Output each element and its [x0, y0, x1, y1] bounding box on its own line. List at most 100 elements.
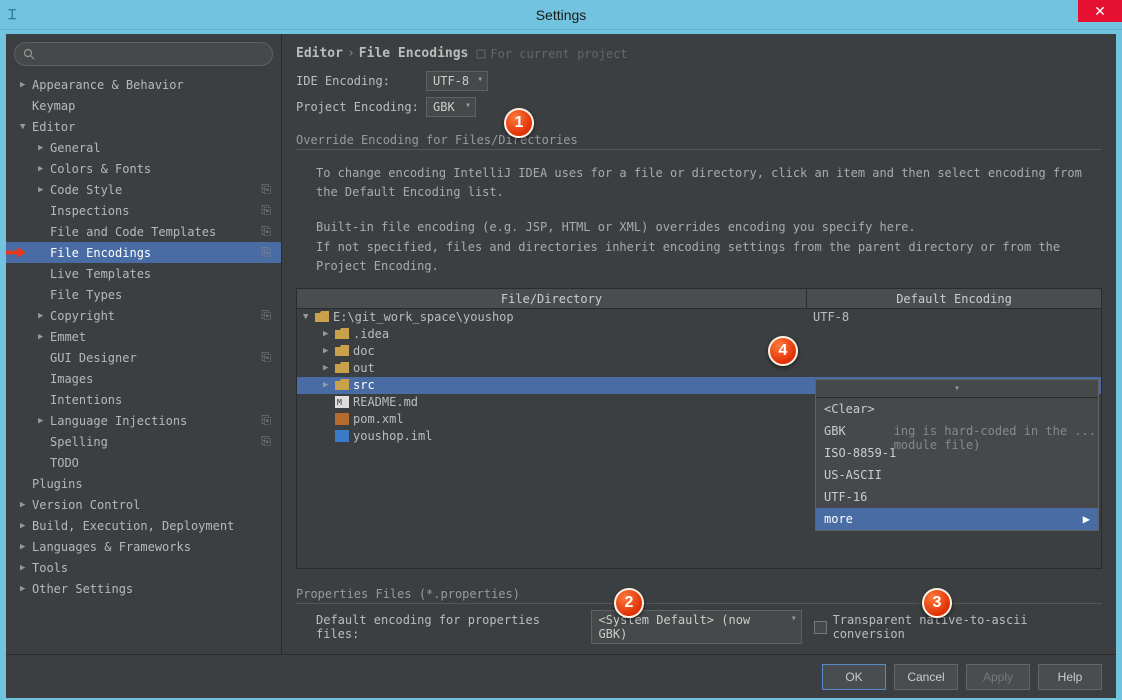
encoding-option[interactable]: US-ASCII — [816, 464, 1098, 486]
sidebar-item-label: Keymap — [32, 99, 75, 113]
encoding-dropdown[interactable]: ▾ <Clear>GBKISO-8859-1US-ASCIIUTF-16more… — [815, 379, 1099, 531]
window-title: Settings — [536, 7, 587, 23]
properties-section: Properties Files (*.properties) Default … — [296, 577, 1102, 644]
encoding-option[interactable]: UTF-16 — [816, 486, 1098, 508]
sidebar-item-keymap[interactable]: Keymap — [6, 95, 281, 116]
per-project-icon: ⎘ — [261, 203, 271, 218]
sidebar-item-inspections[interactable]: Inspections⎘ — [6, 200, 281, 221]
sidebar-item-live-templates[interactable]: Live Templates — [6, 263, 281, 284]
sidebar-item-label: Copyright — [50, 309, 115, 323]
apply-button[interactable]: Apply — [966, 664, 1030, 690]
table-header: File/Directory Default Encoding — [297, 289, 1101, 309]
sidebar-item-todo[interactable]: TODO — [6, 452, 281, 473]
annotation-badge-2: 2 — [614, 588, 644, 618]
sidebar-item-label: Other Settings — [32, 582, 133, 596]
close-button[interactable]: ✕ — [1078, 0, 1122, 22]
sidebar-item-appearance-behavior[interactable]: ▶Appearance & Behavior — [6, 74, 281, 95]
sidebar-item-file-encodings[interactable]: File Encodings ⎘ — [6, 242, 281, 263]
per-project-icon: ⎘ — [261, 434, 271, 449]
file-name: pom.xml — [353, 412, 404, 426]
sidebar-item-label: File Encodings — [50, 246, 151, 260]
sidebar-item-label: General — [50, 141, 101, 155]
sidebar-item-other-settings[interactable]: ▶Other Settings — [6, 578, 281, 599]
sidebar-item-copyright[interactable]: ▶Copyright⎘ — [6, 305, 281, 326]
sidebar-item-images[interactable]: Images — [6, 368, 281, 389]
chevron-icon: ▶ — [20, 80, 30, 90]
settings-content: Editor › File Encodings For current proj… — [282, 34, 1116, 654]
sidebar-item-label: Languages & Frameworks — [32, 540, 191, 554]
encoding-option[interactable]: <Clear> — [816, 398, 1098, 420]
per-project-icon: ⎘ — [261, 413, 271, 428]
sidebar-item-spelling[interactable]: Spelling⎘ — [6, 431, 281, 452]
sidebar-item-version-control[interactable]: ▶Version Control — [6, 494, 281, 515]
settings-tree[interactable]: ▶Appearance & BehaviorKeymap▼Editor▶Gene… — [6, 74, 281, 654]
sidebar-item-file-and-code-templates[interactable]: File and Code Templates⎘ — [6, 221, 281, 242]
breadcrumb-sep: › — [347, 46, 355, 61]
sidebar-item-intentions[interactable]: Intentions — [6, 389, 281, 410]
chevron-icon: ▶ — [38, 185, 48, 195]
sidebar-item-label: File Types — [50, 288, 122, 302]
search-input[interactable] — [14, 42, 273, 66]
annotation-badge-3: 3 — [922, 588, 952, 618]
file-name: out — [353, 361, 375, 375]
col-default-encoding[interactable]: Default Encoding — [807, 289, 1101, 308]
breadcrumb-hint: For current project — [476, 47, 627, 61]
sidebar-item-colors-fonts[interactable]: ▶Colors & Fonts — [6, 158, 281, 179]
sidebar-item-label: Colors & Fonts — [50, 162, 151, 176]
sidebar-item-label: Editor — [32, 120, 75, 134]
chevron-icon: ▶ — [20, 584, 30, 594]
sidebar-item-emmet[interactable]: ▶Emmet — [6, 326, 281, 347]
sidebar-item-code-style[interactable]: ▶Code Style⎘ — [6, 179, 281, 200]
sidebar-item-label: Language Injections — [50, 414, 187, 428]
cancel-button[interactable]: Cancel — [894, 664, 958, 690]
titlebar: ⌶ Settings ✕ — [0, 0, 1122, 30]
sidebar-item-language-injections[interactable]: ▶Language Injections⎘ — [6, 410, 281, 431]
ok-button[interactable]: OK — [822, 664, 886, 690]
ide-encoding-row: IDE Encoding: UTF-8 — [296, 71, 1102, 91]
table-row[interactable]: ▶.idea — [297, 326, 1101, 343]
chevron-icon: ▶ — [38, 164, 48, 174]
sidebar-item-label: GUI Designer — [50, 351, 137, 365]
transparent-ascii-checkbox[interactable] — [814, 621, 827, 634]
sidebar-item-label: Live Templates — [50, 267, 151, 281]
chevron-icon: ▶ — [20, 542, 30, 552]
xml-file-icon — [335, 413, 349, 425]
chevron-icon: ▶ — [20, 500, 30, 510]
per-project-icon: ⎘ — [261, 245, 271, 260]
per-project-icon: ⎘ — [261, 182, 271, 197]
help-button[interactable]: Help — [1038, 664, 1102, 690]
ide-encoding-label: IDE Encoding: — [296, 74, 426, 88]
breadcrumb: Editor › File Encodings For current proj… — [296, 46, 1102, 61]
project-encoding-combo[interactable]: GBK — [426, 97, 476, 117]
file-name: README.md — [353, 395, 418, 409]
ide-encoding-combo[interactable]: UTF-8 — [426, 71, 488, 91]
sidebar-item-build-execution-deployment[interactable]: ▶Build, Execution, Deployment — [6, 515, 281, 536]
annotation-badge-1: 1 — [504, 108, 534, 138]
folder-icon — [335, 328, 349, 340]
file-name: youshop.iml — [353, 429, 432, 443]
col-file-directory[interactable]: File/Directory — [297, 289, 807, 308]
chevron-icon: ▶ — [38, 332, 48, 342]
sidebar-item-languages-frameworks[interactable]: ▶Languages & Frameworks — [6, 536, 281, 557]
table-row[interactable]: ▶ out — [297, 360, 1101, 377]
sidebar-item-editor[interactable]: ▼Editor — [6, 116, 281, 137]
encoding-dropdown-handle[interactable]: ▾ — [816, 380, 1098, 398]
table-row[interactable]: ▼E:\git_work_space\youshopUTF-8 — [297, 309, 1101, 326]
chevron-icon: ▶ — [323, 346, 335, 356]
sidebar-item-plugins[interactable]: Plugins — [6, 473, 281, 494]
encoding-option[interactable]: more▶ — [816, 508, 1098, 530]
sidebar-item-tools[interactable]: ▶Tools — [6, 557, 281, 578]
sidebar-item-gui-designer[interactable]: GUI Designer⎘ — [6, 347, 281, 368]
sidebar-item-file-types[interactable]: File Types — [6, 284, 281, 305]
settings-sidebar: ▶Appearance & BehaviorKeymap▼Editor▶Gene… — [6, 34, 282, 654]
chevron-icon: ▼ — [303, 312, 315, 322]
table-row[interactable]: ▶doc — [297, 343, 1101, 360]
file-name: .idea — [353, 327, 389, 341]
override-desc-1: To change encoding IntelliJ IDEA uses fo… — [316, 164, 1102, 202]
pointer-arrow-icon — [6, 247, 26, 258]
folder-icon — [335, 345, 349, 357]
chevron-icon: ▶ — [323, 363, 335, 373]
properties-row: Default encoding for properties files: <… — [296, 610, 1102, 644]
sidebar-item-label: Intentions — [50, 393, 122, 407]
sidebar-item-general[interactable]: ▶General — [6, 137, 281, 158]
